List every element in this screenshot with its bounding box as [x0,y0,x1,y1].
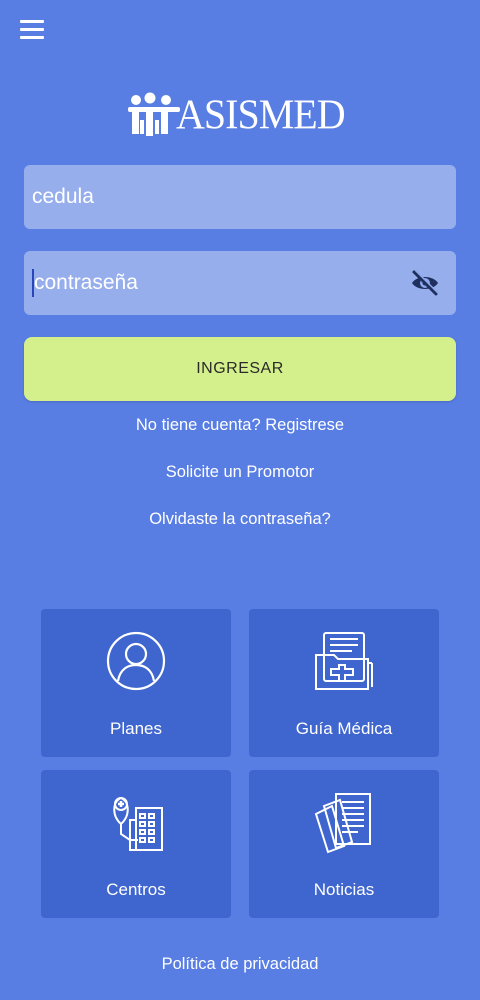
login-button[interactable]: INGRESAR [24,337,456,401]
tile-noticias[interactable]: Noticias [249,770,439,918]
tile-planes-label: Planes [110,719,162,738]
hamburger-menu-icon[interactable] [20,16,50,42]
logo-text: ASISMED [176,90,346,139]
family-people-icon [128,92,180,136]
newspaper-icon [314,793,371,854]
tile-guia-medica-label: Guía Médica [295,719,393,738]
register-link[interactable]: No tiene cuenta? Registrese [0,416,480,435]
tile-centros[interactable]: Centros [41,770,231,918]
tile-noticias-label: Noticias [313,880,375,899]
privacy-policy-link[interactable]: Política de privacidad [0,955,480,974]
medical-folder-icon [315,632,373,690]
promoter-link[interactable]: Solicite un Promotor [0,463,480,482]
tile-planes[interactable]: Planes [41,609,231,757]
tile-guia-medica[interactable]: Guía Médica [249,609,439,757]
app-logo: ASISMED [128,84,352,146]
hospital-location-icon [113,796,163,851]
tile-centros-label: Centros [106,880,166,899]
password-input[interactable] [34,271,448,295]
text-caret [32,269,34,297]
password-field-container [24,251,456,315]
cedula-field-container [24,165,456,229]
forgot-password-link[interactable]: Olvidaste la contraseña? [0,510,480,529]
eye-off-icon[interactable] [410,269,440,297]
user-circle-icon [106,631,166,691]
cedula-input[interactable] [32,185,448,209]
